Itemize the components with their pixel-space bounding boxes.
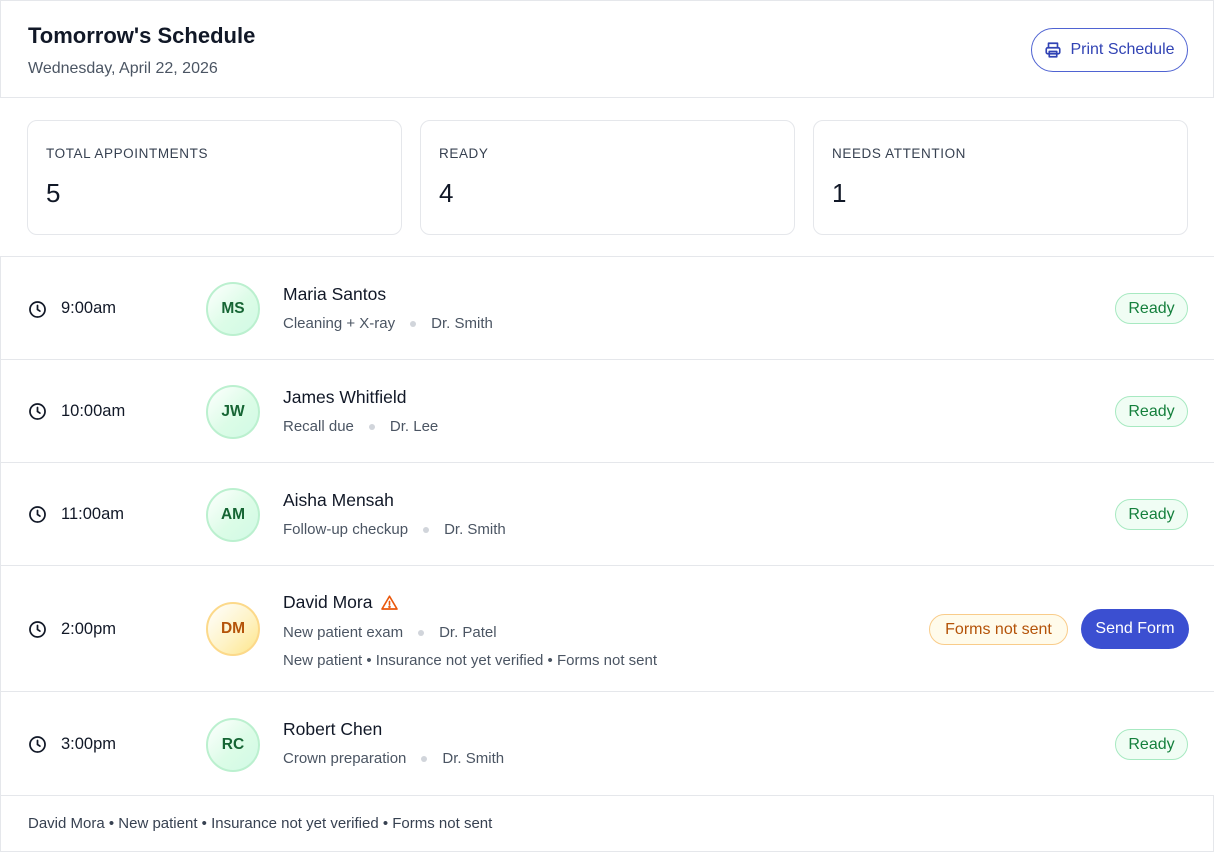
- stat-value: 4: [439, 178, 454, 208]
- patient-name-text: James Whitfield: [283, 387, 407, 407]
- appointment-row-needs-attention[interactable]: 2:00pm DM David Mora New patient exam Dr…: [1, 566, 1214, 692]
- clock-icon: [29, 301, 46, 318]
- separator-dot: [410, 320, 417, 327]
- avatar: MS: [206, 282, 260, 336]
- clock-icon: [29, 736, 46, 753]
- stat-card-total: TOTAL APPOINTMENTS 5: [27, 120, 402, 235]
- doctor: Dr. Patel: [439, 624, 497, 641]
- appointment-meta: Crown preparation Dr. Smith: [283, 750, 504, 767]
- schedule-date: Wednesday, April 22, 2026: [28, 60, 218, 77]
- doctor: Dr. Smith: [444, 521, 506, 538]
- print-schedule-button[interactable]: Print Schedule: [1031, 28, 1188, 72]
- separator-dot: [418, 629, 425, 636]
- appointment-row[interactable]: 10:00am JW James Whitfield Recall due Dr…: [1, 360, 1214, 463]
- doctor: Dr. Smith: [442, 750, 505, 767]
- separator-dot: [368, 423, 375, 430]
- clock-icon: [29, 403, 46, 420]
- stat-label: TOTAL APPOINTMENTS: [46, 146, 209, 161]
- status-badge: Ready: [1115, 499, 1188, 530]
- avatar: AM: [206, 488, 260, 542]
- procedure: Recall due: [283, 418, 354, 435]
- stat-value: 5: [46, 178, 61, 208]
- appointment-meta: Cleaning + X-ray Dr. Smith: [283, 315, 493, 332]
- stat-card-ready: READY 4: [420, 120, 795, 235]
- clock-icon: [29, 621, 46, 638]
- status-badge: Ready: [1115, 293, 1188, 324]
- send-form-button[interactable]: Send Form: [1081, 609, 1189, 649]
- patient-name[interactable]: James Whitfield: [283, 387, 407, 408]
- patient-name-text: David Mora: [283, 592, 373, 612]
- appointment-time: 2:00pm: [61, 620, 117, 638]
- appointment-time: 10:00am: [61, 402, 126, 420]
- doctor: Dr. Lee: [389, 418, 439, 435]
- warning-icon: [381, 594, 399, 610]
- avatar: DM: [206, 602, 260, 656]
- page-title: Tomorrow's Schedule: [28, 23, 256, 48]
- appointment-row[interactable]: 3:00pm RC Robert Chen Crown preparation …: [1, 692, 1214, 796]
- separator-dot: [421, 755, 428, 762]
- print-schedule-label: Print Schedule: [1070, 41, 1175, 58]
- appointment-row[interactable]: 11:00am AM Aisha Mensah Follow-up checku…: [1, 463, 1214, 566]
- status-badge: Ready: [1115, 396, 1188, 427]
- footer-note: David Mora • New patient • Insurance not…: [28, 815, 493, 832]
- stat-label: NEEDS ATTENTION: [832, 146, 967, 161]
- patient-name-text: Maria Santos: [283, 284, 387, 304]
- doctor: Dr. Smith: [431, 315, 493, 332]
- stats-row: TOTAL APPOINTMENTS 5 READY 4 NEEDS ATTEN…: [27, 120, 1188, 235]
- patient-name[interactable]: Aisha Mensah: [283, 490, 394, 511]
- schedule-page: Tomorrow's Schedule Wednesday, April 22,…: [0, 0, 1214, 852]
- avatar: RC: [206, 718, 260, 772]
- appointment-row[interactable]: 9:00am MS Maria Santos Cleaning + X-ray …: [1, 257, 1214, 360]
- avatar: JW: [206, 385, 260, 439]
- appointment-meta: Recall due Dr. Lee: [283, 418, 438, 435]
- patient-name-text: Robert Chen: [283, 719, 383, 739]
- appointment-list: 9:00am MS Maria Santos Cleaning + X-ray …: [0, 256, 1214, 796]
- appointment-time: 11:00am: [61, 505, 124, 523]
- appointment-time: 9:00am: [61, 299, 117, 317]
- patient-name[interactable]: Maria Santos: [283, 284, 386, 305]
- appointment-meta: New patient exam Dr. Patel: [283, 624, 497, 641]
- page-header: Tomorrow's Schedule Wednesday, April 22,…: [0, 0, 1214, 98]
- stat-value: 1: [832, 178, 847, 208]
- procedure: Follow-up checkup: [283, 521, 409, 538]
- status-badge-warning: Forms not sent: [929, 614, 1068, 645]
- stat-card-needs-attention: NEEDS ATTENTION 1: [813, 120, 1188, 235]
- stat-label: READY: [439, 146, 489, 161]
- appointment-meta: Follow-up checkup Dr. Smith: [283, 521, 506, 538]
- printer-icon: [1044, 41, 1062, 59]
- appointment-details: New patient • Insurance not yet verified…: [283, 652, 658, 669]
- clock-icon: [29, 506, 46, 523]
- patient-name[interactable]: Robert Chen: [283, 719, 382, 740]
- procedure: Crown preparation: [283, 750, 407, 767]
- status-badge: Ready: [1115, 729, 1188, 760]
- separator-dot: [423, 526, 430, 533]
- footer-summary: David Mora • New patient • Insurance not…: [0, 795, 1214, 852]
- patient-name[interactable]: David Mora: [283, 592, 399, 613]
- procedure: Cleaning + X-ray: [283, 315, 396, 332]
- procedure: New patient exam: [283, 624, 404, 641]
- patient-name-text: Aisha Mensah: [283, 490, 394, 510]
- appointment-time: 3:00pm: [61, 735, 117, 753]
